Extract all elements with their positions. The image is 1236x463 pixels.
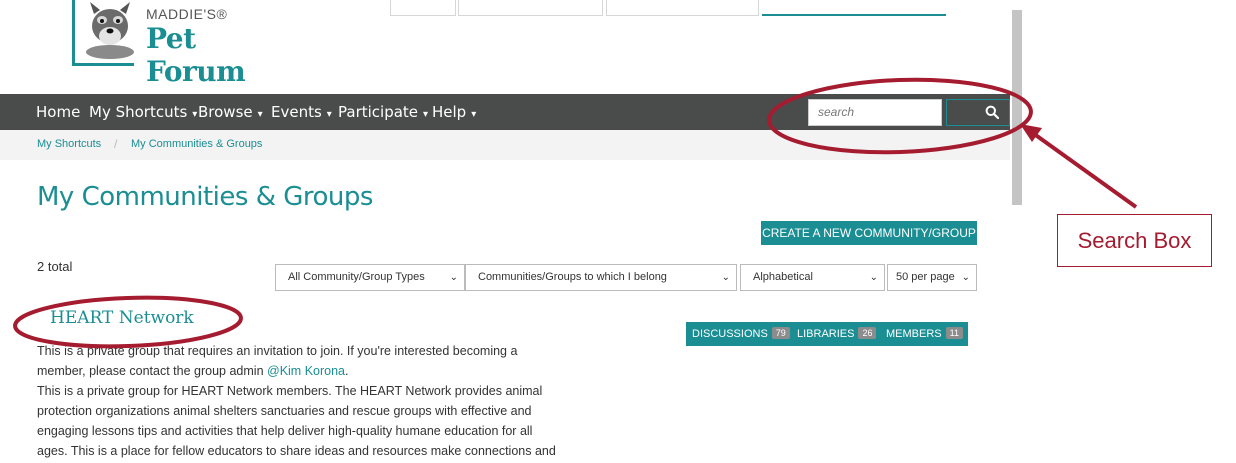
top-tab[interactable]	[390, 0, 456, 16]
nav-item-label: My Shortcuts	[89, 103, 188, 121]
site-logo[interactable]: MADDIE'S® Pet Forum	[72, 0, 282, 88]
search-box-callout: Search Box	[1057, 214, 1212, 267]
chevron-down-icon: ⌄	[869, 272, 878, 283]
select-value: Alphabetical	[753, 271, 813, 283]
nav-item-browse[interactable]: Browse ▾	[198, 94, 263, 130]
pill-label: DISCUSSIONS	[692, 328, 768, 340]
create-community-button[interactable]: CREATE A NEW COMMUNITY/GROUP	[761, 221, 977, 245]
caret-down-icon: ▾	[192, 109, 198, 120]
sort-select[interactable]: Alphabetical ⌄	[740, 264, 885, 291]
members-button[interactable]: MEMBERS 11	[880, 322, 968, 346]
nav-item-events[interactable]: Events ▾	[271, 94, 332, 130]
top-tab[interactable]	[458, 0, 603, 16]
select-value: 50 per page	[896, 271, 955, 283]
count-badge: 11	[945, 327, 963, 339]
breadcrumb-my-shortcuts[interactable]: My Shortcuts	[37, 138, 101, 150]
group-description-line: engaging lessons tips and activities tha…	[37, 424, 533, 438]
dog-logo-icon	[86, 2, 134, 59]
membership-select[interactable]: Communities/Groups to which I belong ⌄	[465, 264, 737, 291]
chevron-down-icon: ⌄	[721, 272, 730, 283]
nav-item-label: Browse	[198, 103, 253, 121]
page: MADDIE'S® Pet Forum Home My Shortcuts ▾ B…	[0, 0, 1010, 463]
chevron-down-icon: ⌄	[961, 272, 970, 283]
caret-down-icon: ▾	[423, 109, 429, 120]
discussions-button[interactable]: DISCUSSIONS 79	[686, 322, 795, 346]
libraries-button[interactable]: LIBRARIES 26	[791, 322, 882, 346]
group-description-line: member, please contact the group admin @…	[37, 361, 597, 381]
caret-down-icon: ▾	[471, 109, 477, 120]
per-page-select[interactable]: 50 per page ⌄	[887, 264, 977, 291]
group-description-line: ages. This is a place for fellow educato…	[37, 444, 556, 458]
nav-item-label: Participate	[338, 103, 419, 121]
breadcrumb-separator: /	[114, 137, 118, 151]
select-value: Communities/Groups to which I belong	[478, 271, 667, 283]
group-description-line: This is a private group for HEART Networ…	[37, 384, 543, 398]
nav-item-help[interactable]: Help ▾	[432, 94, 476, 130]
top-tab-highlighted[interactable]	[762, 0, 946, 16]
logo-title: Pet Forum	[146, 22, 246, 88]
group-title-link[interactable]: HEART Network	[50, 308, 194, 328]
pill-label: LIBRARIES	[797, 328, 855, 340]
annotation-arrow-line	[1028, 129, 1138, 209]
count-badge: 79	[771, 327, 790, 339]
select-value: All Community/Group Types	[288, 271, 425, 283]
nav-item-label: Events	[271, 103, 322, 121]
chevron-down-icon: ⌄	[449, 272, 458, 283]
breadcrumb-my-communities[interactable]: My Communities & Groups	[131, 138, 262, 150]
caret-down-icon: ▾	[257, 109, 263, 120]
search-input[interactable]: search	[808, 99, 942, 126]
count-badge: 26	[858, 327, 877, 339]
nav-item-label: Help	[432, 103, 467, 121]
page-title: My Communities & Groups	[37, 182, 373, 212]
group-description-line: protection organizations animal shelters…	[37, 404, 532, 418]
desc-text: member, please contact the group admin	[37, 364, 267, 378]
logo-small-text: MADDIE'S®	[146, 6, 228, 22]
nav-item-label: Home	[36, 103, 81, 121]
admin-mention-link[interactable]: @Kim Korona	[267, 364, 345, 378]
nav-item-home[interactable]: Home	[36, 94, 80, 130]
desc-text: .	[345, 364, 349, 378]
nav-item-participate[interactable]: Participate ▾	[338, 94, 428, 130]
nav-item-my-shortcuts[interactable]: My Shortcuts ▾	[89, 94, 197, 130]
total-count: 2 total	[37, 259, 73, 274]
scrollbar-thumb[interactable]	[1012, 10, 1022, 205]
group-description-line: This is a private group that requires an…	[37, 344, 518, 358]
group-type-select[interactable]: All Community/Group Types ⌄	[275, 264, 465, 291]
caret-down-icon: ▾	[326, 109, 332, 120]
search-button[interactable]	[946, 99, 1010, 126]
breadcrumb: My Shortcuts / My Communities & Groups	[0, 130, 1010, 160]
pill-label: MEMBERS	[886, 328, 942, 340]
top-tab[interactable]	[606, 0, 759, 16]
search-icon	[985, 105, 999, 119]
